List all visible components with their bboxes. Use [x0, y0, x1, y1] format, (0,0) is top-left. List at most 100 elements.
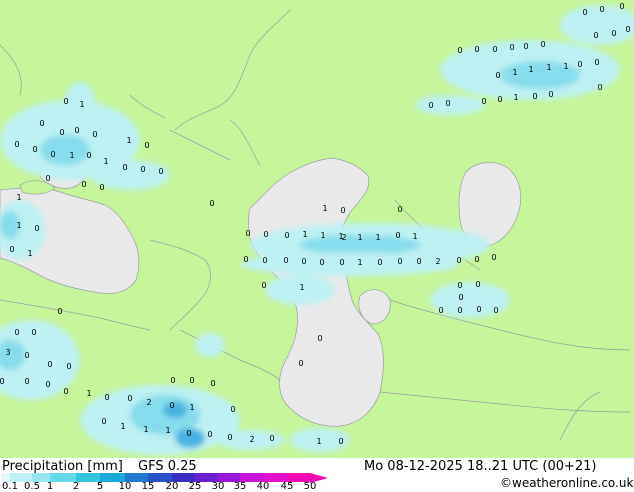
precip-value-label: 0	[594, 58, 599, 67]
precip-value-label: 1	[320, 231, 325, 240]
precip-value-label: 0	[493, 306, 498, 315]
legend-tick-label: 25	[188, 481, 202, 492]
precip-value-label: 1	[86, 389, 91, 398]
precip-value-label: 0	[269, 434, 274, 443]
precip-value-label: 0	[245, 229, 250, 238]
precip-value-label: 0	[101, 417, 106, 426]
precip-value-label: 0	[230, 405, 235, 414]
precip-value-label: 0	[457, 306, 462, 315]
precip-value-label: 0	[74, 126, 79, 135]
precip-value-label: 0	[127, 394, 132, 403]
legend-tick-label: 0.5	[24, 481, 40, 492]
precip-value-label: 0	[158, 167, 163, 176]
precip-value-label: 0	[397, 257, 402, 266]
precip-value-label: 0	[497, 95, 502, 104]
precip-value-label: 0	[14, 328, 19, 337]
precip-value-label: 0	[31, 328, 36, 337]
precip-value-label: 1	[16, 221, 21, 230]
precip-value-label: 0	[243, 255, 248, 264]
precip-value-label: 0	[227, 433, 232, 442]
model-name: GFS 0.25	[138, 459, 197, 474]
credit-link[interactable]: ©weatheronline.co.uk	[500, 476, 633, 490]
precip-value-label: 1	[412, 232, 417, 241]
chart-title: Precipitation [mm]	[2, 459, 123, 474]
precip-value-label: 0	[317, 334, 322, 343]
precip-value-label: 0	[457, 46, 462, 55]
precip-value-label: 1	[528, 65, 533, 74]
precip-value-label: 0	[597, 83, 602, 92]
precip-value-label: 0	[577, 60, 582, 69]
precip-value-label: 0	[532, 92, 537, 101]
precip-value-label: 0	[319, 258, 324, 267]
precip-value-label: 1	[563, 62, 568, 71]
precip-value-label: 0	[474, 255, 479, 264]
precip-value-label: 3	[5, 348, 10, 357]
precip-value-label: 2	[146, 398, 151, 407]
legend-tick-label: 35	[233, 481, 247, 492]
precip-value-label: 0	[593, 31, 598, 40]
precip-value-label: 0	[540, 40, 545, 49]
legend-tick-label: 15	[141, 481, 155, 492]
precip-value-label: 0	[0, 377, 5, 386]
precip-value-label: 0	[509, 43, 514, 52]
precip-value-label: 0	[81, 180, 86, 189]
precip-value-label: 0	[283, 256, 288, 265]
legend-tick-label: 40	[256, 481, 270, 492]
precip-value-label: 0	[611, 29, 616, 38]
precip-value-label: 1	[126, 136, 131, 145]
precip-value-label: 0	[209, 199, 214, 208]
precip-value-label: 0	[338, 437, 343, 446]
precip-value-label: 1	[513, 93, 518, 102]
precip-value-label: 1	[27, 249, 32, 258]
precip-value-label: 0	[24, 351, 29, 360]
precip-value-label: 0	[395, 231, 400, 240]
precip-value-label: 0	[186, 429, 191, 438]
valid-time: Mo 08-12-2025 18..21 UTC (00+21)	[364, 459, 597, 474]
precip-value-label: 0	[170, 376, 175, 385]
precip-value-label: 0	[122, 163, 127, 172]
precip-value-label: 0	[476, 305, 481, 314]
legend-tick-label: 50	[303, 481, 317, 492]
precip-value-label: 0	[625, 25, 630, 34]
precip-value-label: 2	[249, 435, 254, 444]
precip-value-label: 0	[32, 145, 37, 154]
legend-tick-label: 10	[118, 481, 132, 492]
precip-value-label: 0	[63, 97, 68, 106]
precip-value-label: 0	[14, 140, 19, 149]
legend-tick-label: 1	[46, 481, 54, 492]
legend-tick-label: 20	[165, 481, 179, 492]
precip-value-label: 1	[357, 258, 362, 267]
precip-value-label: 0	[210, 379, 215, 388]
precip-value-label: 0	[262, 256, 267, 265]
precip-value-label: 1	[79, 100, 84, 109]
precip-value-label: 0	[491, 253, 496, 262]
precip-value-label: 1	[16, 193, 21, 202]
precip-value-label: 0	[45, 380, 50, 389]
precip-value-label: 0	[59, 128, 64, 137]
precip-value-label: 0	[428, 101, 433, 110]
legend-tick-label: 2	[72, 481, 80, 492]
precip-value-label: 0	[582, 8, 587, 17]
precip-value-label: 0	[340, 206, 345, 215]
precip-value-label: 0	[457, 281, 462, 290]
precip-value-label: 0	[263, 230, 268, 239]
precip-value-label: 1	[322, 204, 327, 213]
precip-value-label: 0	[438, 306, 443, 315]
precip-value-label: 0	[47, 360, 52, 369]
precip-value-label: 1	[302, 230, 307, 239]
precip-value-label: 0	[397, 205, 402, 214]
precip-value-label: 0	[207, 430, 212, 439]
precip-value-label: 0	[416, 257, 421, 266]
precip-value-label: 1	[120, 422, 125, 431]
precip-value-label: 1	[103, 157, 108, 166]
precip-value-label: 1	[316, 437, 321, 446]
precipitation-map: 0 0 0 0 0 0 0 0 0 0 0 0 0 1 1 1 1 0 0 0 0 0 0 1 0 0 0 0 1 0 0 0 0 1 0 0 0 0 1 0…	[0, 0, 634, 458]
precip-value-label: 0	[45, 174, 50, 183]
precip-value-label: 0	[9, 245, 14, 254]
precip-value-label: 0	[144, 141, 149, 150]
precip-value-label: 2	[341, 233, 346, 242]
precip-value-label: 0	[599, 5, 604, 14]
legend-tick-label: 5	[96, 481, 104, 492]
precip-value-label: 0	[548, 90, 553, 99]
precip-value-label: 0	[261, 281, 266, 290]
